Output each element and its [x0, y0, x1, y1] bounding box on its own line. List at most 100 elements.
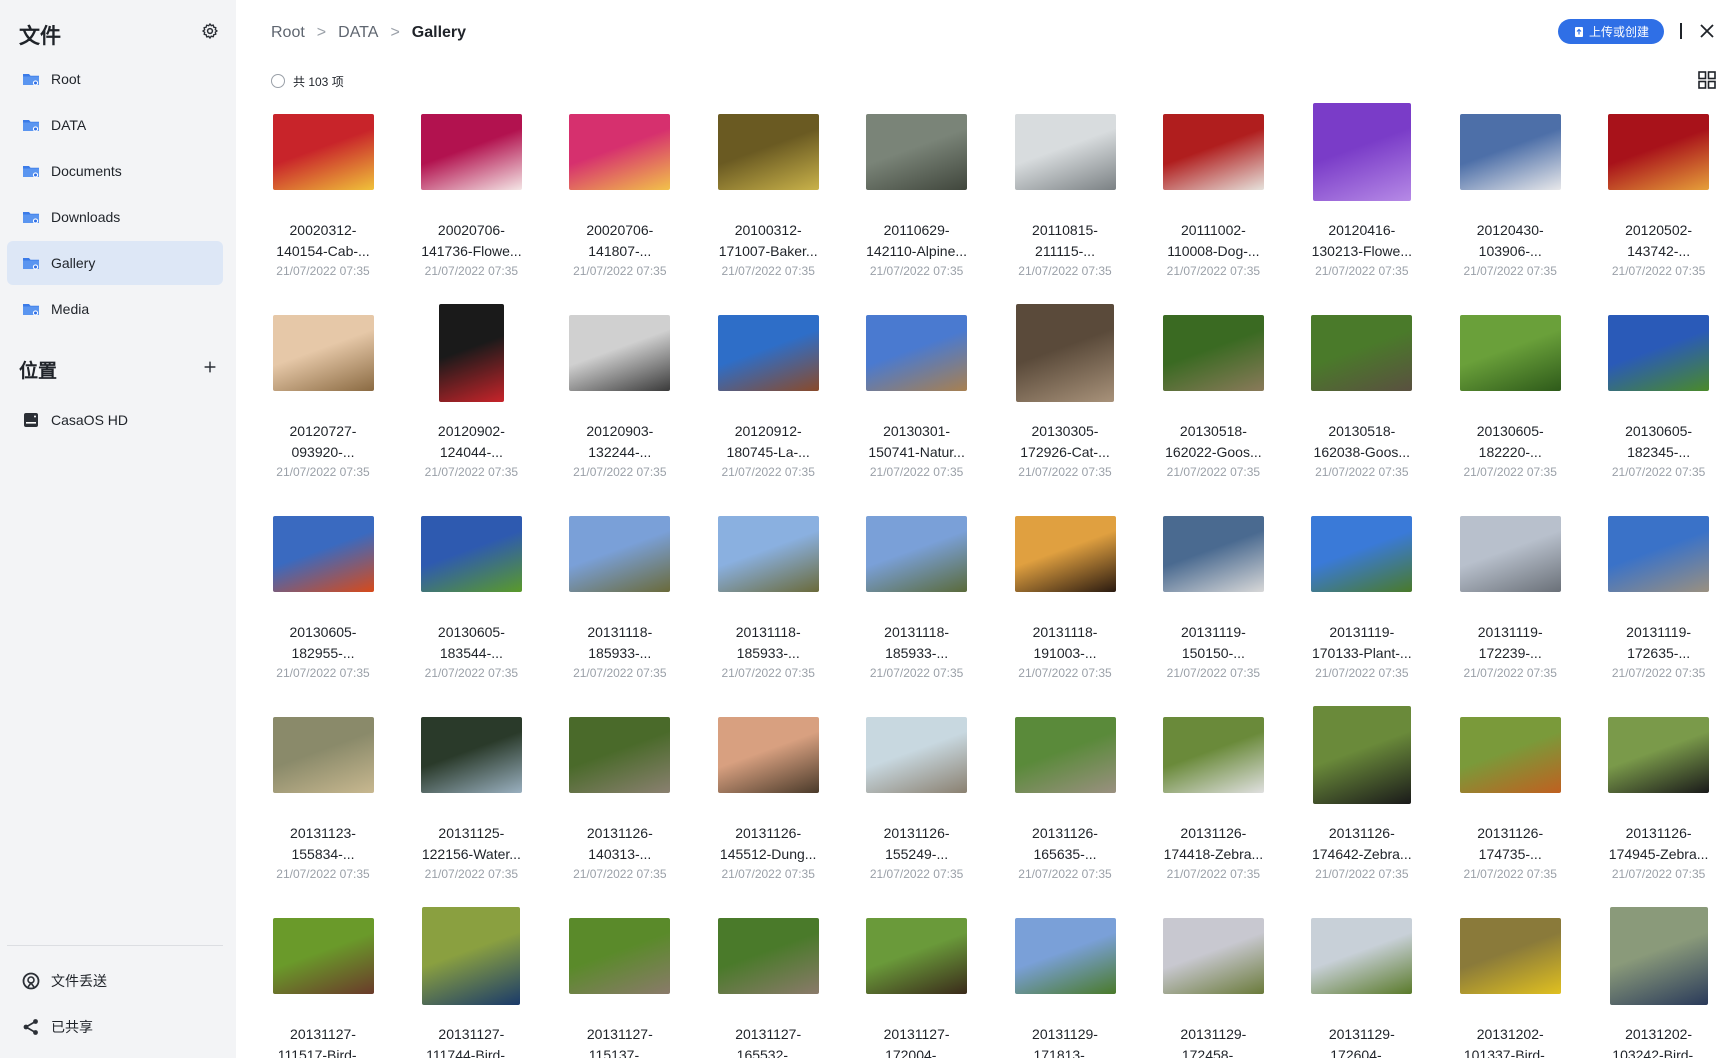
image-thumbnail[interactable]	[1311, 516, 1413, 592]
image-thumbnail[interactable]	[272, 516, 374, 592]
file-tile[interactable]: 20120727- 093920-... 21/07/2022 07:35	[258, 301, 388, 501]
file-tile[interactable]: 20131129- 172458-...21/07/2022 07:35	[1148, 904, 1278, 1058]
file-tile[interactable]: 20100312- 171007-Baker... 21/07/2022 07:3…	[703, 100, 833, 300]
sidebar-item-gallery[interactable]: Gallery	[7, 241, 223, 285]
file-tile[interactable]: 20131126- 145512-Dung... 21/07/2022 07:35	[703, 703, 833, 903]
file-tile[interactable]: 20120902- 124044-... 21/07/2022 07:35	[406, 301, 536, 501]
image-thumbnail[interactable]	[1014, 516, 1116, 592]
image-thumbnail[interactable]	[1162, 114, 1264, 190]
file-tile[interactable]: 20131126- 165635-... 21/07/2022 07:35	[1000, 703, 1130, 903]
file-tile[interactable]: 20130305- 172926-Cat-... 21/07/2022 07:35	[1000, 301, 1130, 501]
image-thumbnail[interactable]	[272, 918, 374, 994]
image-thumbnail[interactable]	[1459, 516, 1561, 592]
gear-icon[interactable]	[201, 22, 219, 40]
close-icon[interactable]	[1697, 21, 1717, 41]
image-thumbnail[interactable]	[1312, 103, 1411, 201]
image-thumbnail[interactable]	[1459, 114, 1561, 190]
file-tile[interactable]: 20131202- 101337-Bird-...21/07/2022 07:3…	[1445, 904, 1575, 1058]
file-tile[interactable]: 20020706- 141807-... 21/07/2022 07:35	[555, 100, 685, 300]
image-thumbnail[interactable]	[1609, 907, 1708, 1005]
image-thumbnail[interactable]	[1608, 315, 1710, 391]
image-thumbnail[interactable]	[422, 907, 521, 1005]
image-thumbnail[interactable]	[272, 315, 374, 391]
image-thumbnail[interactable]	[1162, 717, 1264, 793]
image-thumbnail[interactable]	[1162, 918, 1264, 994]
sidebar-item-casaos-hd[interactable]: CasaOS HD	[7, 398, 223, 442]
image-thumbnail[interactable]	[420, 516, 522, 592]
image-thumbnail[interactable]	[569, 114, 671, 190]
file-tile[interactable]: 20131126- 174418-Zebra... 21/07/2022 07:3…	[1148, 703, 1278, 903]
image-thumbnail[interactable]	[717, 114, 819, 190]
file-tile[interactable]: 20131118- 185933-... 21/07/2022 07:35	[703, 502, 833, 702]
sidebar-item-media[interactable]: Media	[7, 287, 223, 331]
image-thumbnail[interactable]	[569, 516, 671, 592]
image-thumbnail[interactable]	[1312, 706, 1411, 804]
file-tile[interactable]: 20131126- 174735-... 21/07/2022 07:35	[1445, 703, 1575, 903]
file-tile[interactable]: 20120502- 143742-... 21/07/2022 07:35	[1594, 100, 1724, 300]
file-tile[interactable]: 20131127- 115137-...21/07/2022 07:35	[555, 904, 685, 1058]
image-thumbnail[interactable]	[1162, 516, 1264, 592]
sidebar-item-downloads[interactable]: Downloads	[7, 195, 223, 239]
file-tile[interactable]: 20131118- 185933-... 21/07/2022 07:35	[852, 502, 982, 702]
image-thumbnail[interactable]	[1014, 717, 1116, 793]
file-tile[interactable]: 20130605- 183544-... 21/07/2022 07:35	[406, 502, 536, 702]
image-thumbnail[interactable]	[717, 315, 819, 391]
image-thumbnail[interactable]	[866, 516, 968, 592]
shared-link[interactable]: 已共享	[21, 1016, 93, 1038]
file-drop-link[interactable]: 文件丢送	[21, 970, 107, 992]
sidebar-item-data[interactable]: DATA	[7, 103, 223, 147]
file-tile[interactable]: 20131127- 172004-...21/07/2022 07:35	[852, 904, 982, 1058]
image-thumbnail[interactable]	[438, 304, 504, 402]
file-tile[interactable]: 20131119- 172239-... 21/07/2022 07:35	[1445, 502, 1575, 702]
file-tile[interactable]: 20120903- 132244-... 21/07/2022 07:35	[555, 301, 685, 501]
file-tile[interactable]: 20131126- 155249-... 21/07/2022 07:35	[852, 703, 982, 903]
add-location-icon[interactable]	[201, 358, 219, 376]
file-tile[interactable]: 20020706- 141736-Flowe... 21/07/2022 07:3…	[406, 100, 536, 300]
image-thumbnail[interactable]	[717, 516, 819, 592]
file-tile[interactable]: 20130605- 182345-... 21/07/2022 07:35	[1594, 301, 1724, 501]
image-thumbnail[interactable]	[1162, 315, 1264, 391]
sidebar-item-root[interactable]: Root	[7, 57, 223, 101]
file-tile[interactable]: 20131126- 174642-Zebra... 21/07/2022 07:3…	[1297, 703, 1427, 903]
image-thumbnail[interactable]	[420, 717, 522, 793]
file-tile[interactable]: 20120912- 180745-La-... 21/07/2022 07:35	[703, 301, 833, 501]
file-tile[interactable]: 20111002- 110008-Dog-... 21/07/2022 07:35	[1148, 100, 1278, 300]
file-tile[interactable]: 20130605- 182955-... 21/07/2022 07:35	[258, 502, 388, 702]
select-all-radio[interactable]	[271, 74, 285, 88]
image-thumbnail[interactable]	[569, 315, 671, 391]
file-tile[interactable]: 20120430- 103906-... 21/07/2022 07:35	[1445, 100, 1575, 300]
file-tile[interactable]: 20131119- 150150-... 21/07/2022 07:35	[1148, 502, 1278, 702]
image-thumbnail[interactable]	[272, 114, 374, 190]
image-thumbnail[interactable]	[1608, 516, 1710, 592]
image-thumbnail[interactable]	[1016, 304, 1114, 402]
image-thumbnail[interactable]	[1459, 315, 1561, 391]
grid-view-icon[interactable]	[1697, 70, 1717, 90]
breadcrumb-root[interactable]: Root	[271, 24, 305, 42]
file-tile[interactable]: 20131127- 165532-...21/07/2022 07:35	[703, 904, 833, 1058]
image-thumbnail[interactable]	[420, 114, 522, 190]
image-thumbnail[interactable]	[569, 918, 671, 994]
image-thumbnail[interactable]	[1608, 717, 1710, 793]
file-tile[interactable]: 20131127- 111744-Bird-...21/07/2022 07:3…	[406, 904, 536, 1058]
file-tile[interactable]: 20131126- 174945-Zebra... 21/07/2022 07:3…	[1594, 703, 1724, 903]
file-tile[interactable]: 20131119- 172635-... 21/07/2022 07:35	[1594, 502, 1724, 702]
file-tile[interactable]: 20130518- 162022-Goos... 21/07/2022 07:35	[1148, 301, 1278, 501]
image-thumbnail[interactable]	[1311, 315, 1413, 391]
file-tile[interactable]: 20110815- 211115-... 21/07/2022 07:35	[1000, 100, 1130, 300]
file-tile[interactable]: 20131118- 185933-... 21/07/2022 07:35	[555, 502, 685, 702]
image-thumbnail[interactable]	[1459, 918, 1561, 994]
image-thumbnail[interactable]	[1459, 717, 1561, 793]
file-tile[interactable]: 20131129- 172604-...21/07/2022 07:35	[1297, 904, 1427, 1058]
image-thumbnail[interactable]	[1608, 114, 1710, 190]
sidebar-item-documents[interactable]: Documents	[7, 149, 223, 193]
image-thumbnail[interactable]	[866, 918, 968, 994]
image-thumbnail[interactable]	[569, 717, 671, 793]
file-tile[interactable]: 20130605- 182220-... 21/07/2022 07:35	[1445, 301, 1575, 501]
file-tile[interactable]: 20131202- 103242-Bird-...21/07/2022 07:3…	[1594, 904, 1724, 1058]
file-tile[interactable]: 20130301- 150741-Natur... 21/07/2022 07:3…	[852, 301, 982, 501]
breadcrumb-data[interactable]: DATA	[338, 24, 378, 42]
file-tile[interactable]: 20131125- 122156-Water... 21/07/2022 07:3…	[406, 703, 536, 903]
image-thumbnail[interactable]	[866, 717, 968, 793]
file-tile[interactable]: 20131126- 140313-... 21/07/2022 07:35	[555, 703, 685, 903]
file-tile[interactable]: 20110629- 142110-Alpine... 21/07/2022 07:…	[852, 100, 982, 300]
